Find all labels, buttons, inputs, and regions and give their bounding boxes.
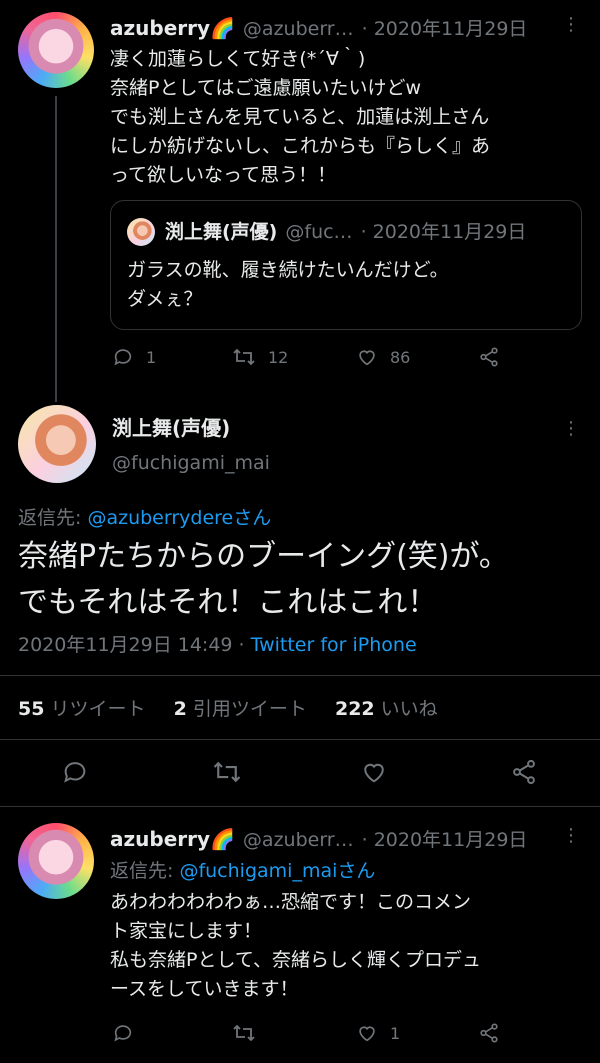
main-reply-button[interactable] (61, 758, 89, 786)
more-icon[interactable]: ⋮ (562, 418, 580, 439)
reply-count: 1 (146, 347, 157, 367)
share-button[interactable] (478, 346, 500, 368)
reply-to-link[interactable]: @fuchigami_maiさん (179, 860, 375, 882)
like-count: 86 (390, 347, 411, 367)
divider (0, 806, 600, 807)
reply-to-link[interactable]: @azuberrydereさん (87, 507, 271, 529)
tweet-timestamp[interactable]: 2020年11月29日 14:49 · (18, 634, 251, 656)
retweet-stat-count: 55 (18, 698, 45, 720)
retweet-icon (232, 1022, 256, 1044)
like-stat-label: いいね (374, 698, 438, 720)
tweet-date[interactable]: · 2020年11月29日 (362, 14, 528, 41)
share-icon (478, 1022, 500, 1044)
retweet-icon (212, 758, 242, 786)
quote-text: ガラスの靴、履き続けたいんだけど。 ダメぇ？ (127, 259, 449, 310)
like-icon (356, 346, 378, 368)
quote-author-handle: @fuc… (285, 221, 353, 243)
like-stat-count: 222 (334, 698, 375, 720)
retweet-button[interactable]: 12 (232, 346, 288, 368)
divider (0, 675, 600, 676)
reply-prefix: 返信先: (18, 507, 88, 529)
share-button[interactable] (478, 1022, 500, 1044)
main-share-button[interactable] (510, 758, 538, 786)
like-icon (360, 758, 388, 786)
like-stat[interactable]: 222 いいね (335, 698, 438, 720)
retweet-stat-label: リツイート (44, 698, 146, 720)
quote-author-name: 渕上舞(声優) (165, 221, 278, 243)
tweet-text: あわわわわわわぁ…恐縮です！このコメン ト家宝にします！ 私も奈緒Pとして、奈緒… (110, 891, 481, 1000)
reply-icon (112, 346, 134, 368)
avatar-fuchigami[interactable] (18, 405, 96, 483)
author-name[interactable]: 渕上舞(声優) (112, 412, 230, 441)
author-name[interactable]: azuberry🌈 (110, 827, 235, 851)
more-icon[interactable]: ⋮ (562, 14, 580, 35)
author-handle[interactable]: @azuberr… (243, 18, 354, 40)
quote-stat-count: 2 (173, 698, 187, 720)
quoted-tweet[interactable]: 渕上舞(声優) @fuc… · 2020年11月29日 ガラスの靴、履き続けたい… (110, 200, 582, 330)
reply-prefix: 返信先: (110, 860, 180, 882)
share-icon (510, 758, 538, 786)
reply-icon (112, 1022, 134, 1044)
retweet-count: 12 (268, 347, 289, 367)
avatar-azuberry[interactable] (18, 823, 94, 899)
thread-line (55, 96, 57, 402)
main-tweet-text: 奈緒Pたちからのブーイング(笑)が。 でもそれはそれ！これはこれ！ (18, 539, 509, 620)
retweet-icon (232, 346, 256, 368)
like-button[interactable]: 86 (356, 346, 410, 368)
reply-button[interactable] (112, 1022, 146, 1044)
quote-stat[interactable]: 2 引用ツイート (174, 698, 307, 720)
main-like-button[interactable] (360, 758, 388, 786)
like-icon (356, 1022, 378, 1044)
author-handle[interactable]: @azuberr… (243, 829, 354, 851)
more-icon[interactable]: ⋮ (562, 825, 580, 846)
tweet-text: 凄く加蓮らしくて好き(*´∀｀) 奈緒Pとしてはご遠慮願いたいけどw でも渕上さ… (110, 48, 491, 186)
quote-date: · 2020年11月29日 (360, 221, 527, 243)
reply-icon (61, 758, 89, 786)
author-handle[interactable]: @fuchigami_mai (112, 452, 270, 474)
tweet-source[interactable]: Twitter for iPhone (251, 634, 417, 656)
avatar-azuberry[interactable] (18, 12, 94, 88)
like-button[interactable]: 1 (356, 1022, 400, 1044)
main-retweet-button[interactable] (212, 758, 242, 786)
share-icon (478, 346, 500, 368)
like-count: 1 (390, 1023, 401, 1043)
tweet-date[interactable]: · 2020年11月29日 (362, 825, 528, 852)
quote-stat-label: 引用ツイート (186, 698, 307, 720)
retweet-stat[interactable]: 55 リツイート (18, 698, 146, 720)
quote-avatar (127, 218, 155, 246)
author-name[interactable]: azuberry🌈 (110, 16, 235, 40)
reply-button[interactable]: 1 (112, 346, 156, 368)
divider (0, 739, 600, 740)
retweet-button[interactable] (232, 1022, 268, 1044)
